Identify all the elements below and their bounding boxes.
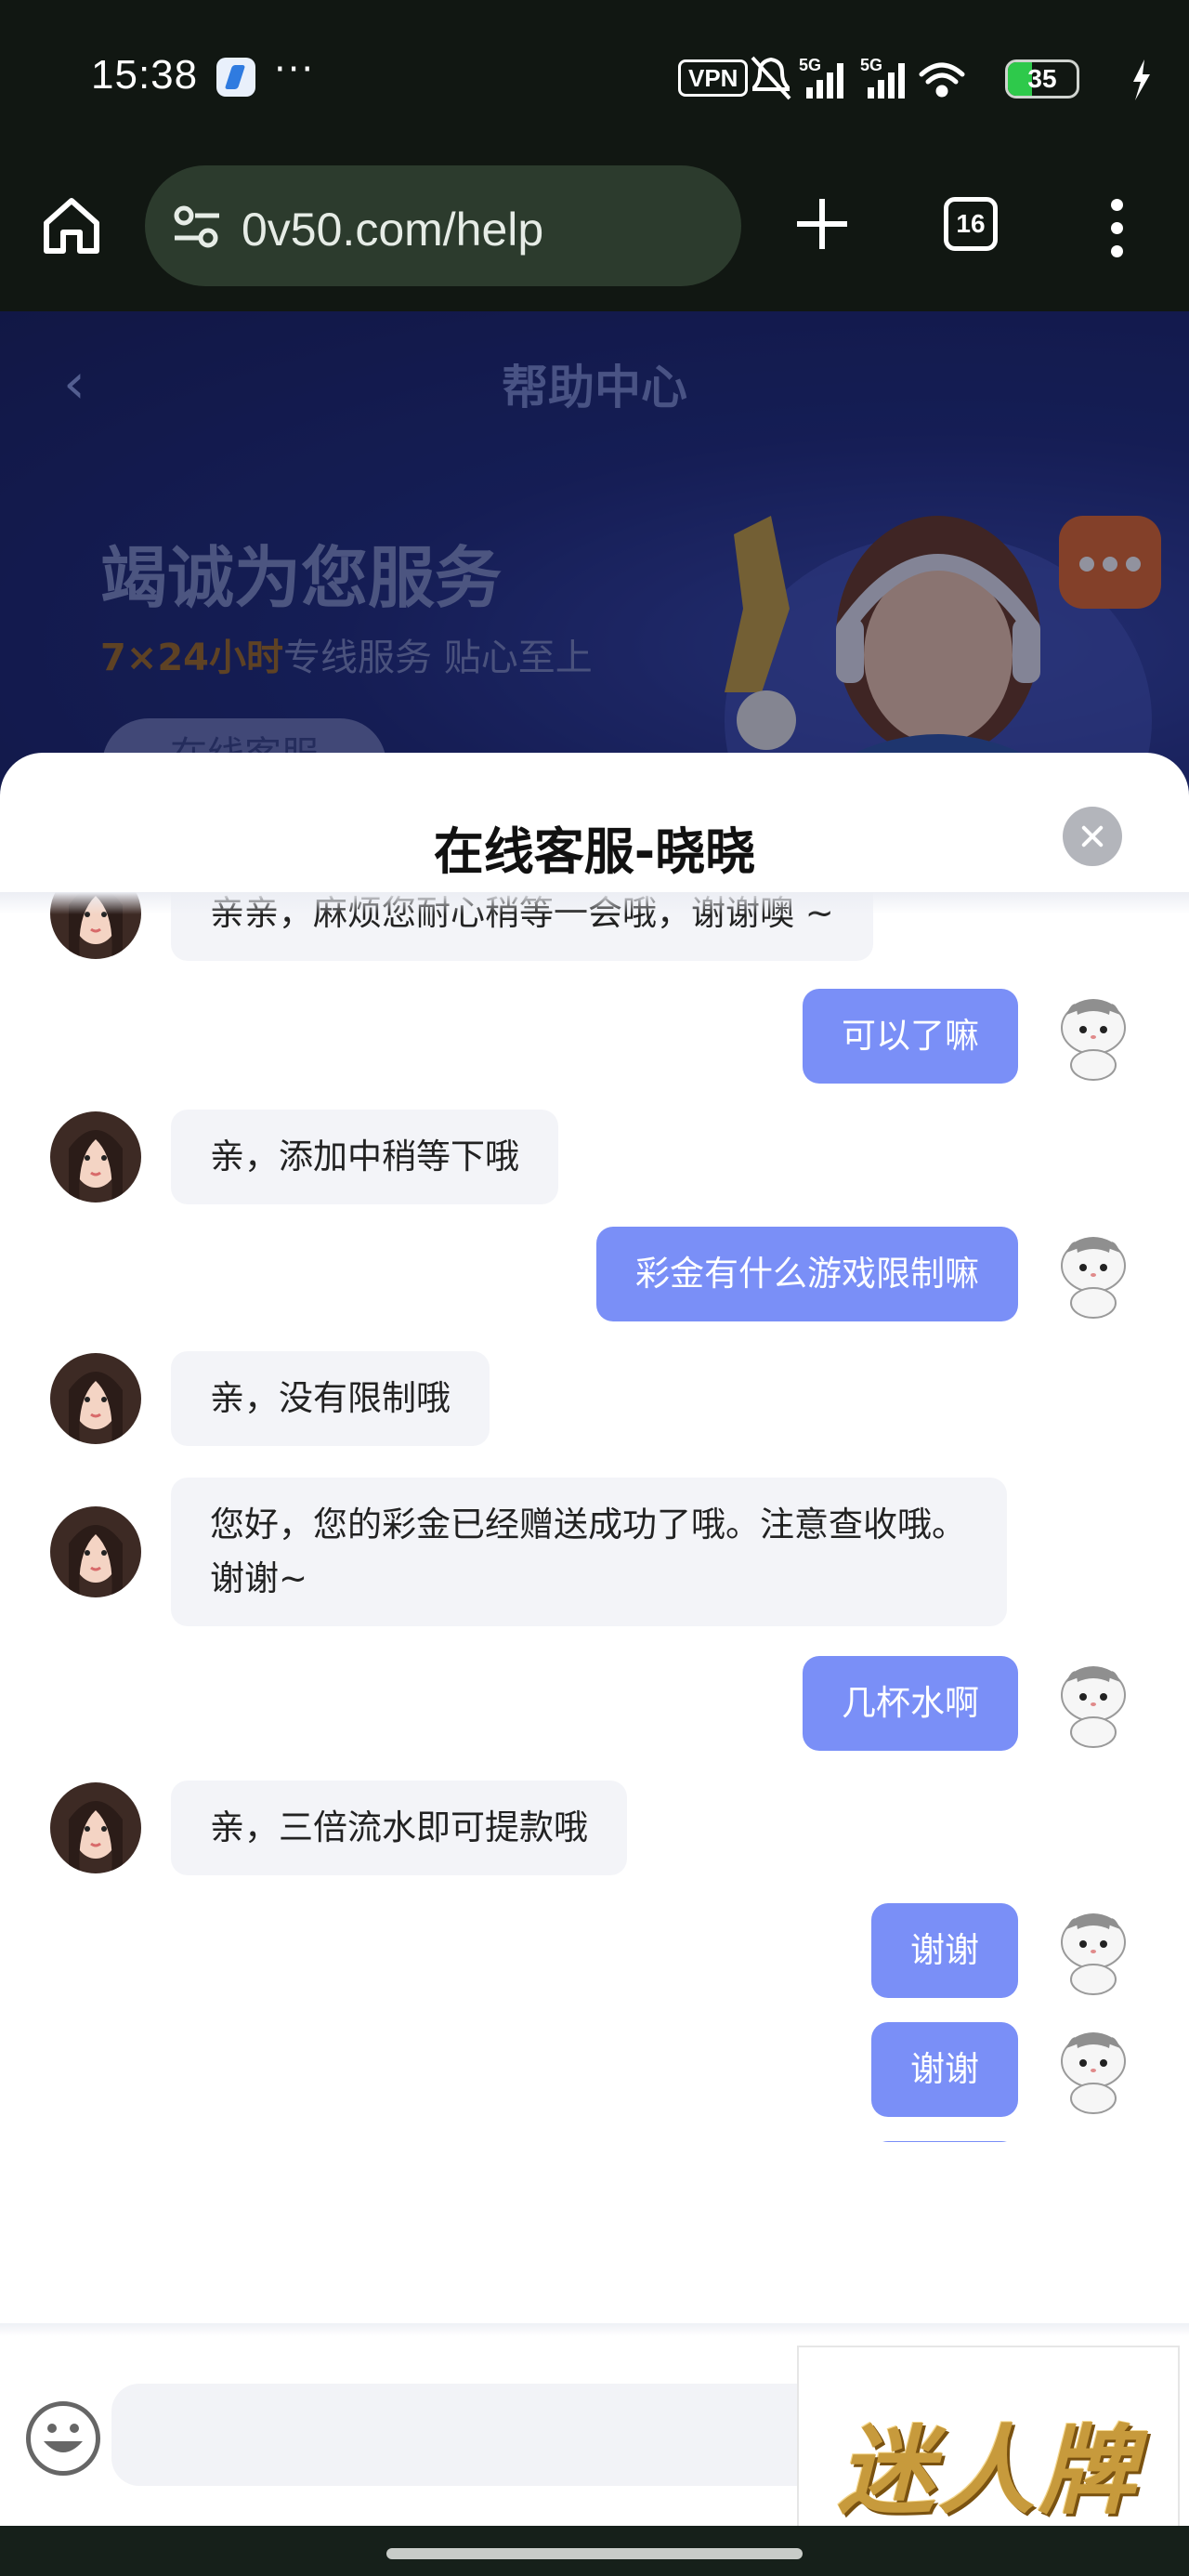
agent-avatar: [50, 1353, 141, 1444]
user-avatar: [1048, 2024, 1139, 2115]
agent-message: 亲，没有限制哦: [50, 1351, 490, 1446]
divider: [0, 892, 1189, 914]
overflow-menu-icon[interactable]: [1105, 199, 1128, 258]
message-input[interactable]: [111, 2384, 910, 2486]
wifi-icon: [919, 62, 965, 98]
agent-message: 您好，您的彩金已经赠送成功了哦。注意查收哦。谢谢~: [50, 1478, 1007, 1626]
user-message: 几杯水啊: [803, 1656, 1139, 1751]
message-bubble: 亲，没有限制哦: [171, 1351, 490, 1446]
message-bubble: 谢谢: [871, 2141, 1018, 2142]
user-message: 可以了嘛: [803, 989, 1139, 1084]
watermark-text: 迷人牌: [837, 2414, 1139, 2528]
mute-bell-icon: [751, 56, 791, 100]
battery-percent: 35: [1027, 64, 1057, 93]
home-icon[interactable]: [39, 193, 104, 258]
watermark-logo: 迷人牌: [797, 2346, 1180, 2550]
status-icons: 5G 5G: [751, 56, 1150, 100]
message-bubble: 亲，三倍流水即可提款哦: [171, 1781, 627, 1875]
chat-title: 在线客服-晓晓: [433, 822, 756, 881]
chat-sheet: 在线客服-晓晓 亲亲，麻烦您耐心稍等一会哦，谢谢噢 ~可以了嘛亲，添加中稍等下哦…: [0, 753, 1189, 2526]
tab-switcher-button[interactable]: 16: [944, 197, 998, 251]
agent-avatar: [50, 1111, 141, 1203]
close-icon[interactable]: [1063, 807, 1122, 866]
agent-avatar: [50, 1506, 141, 1597]
charging-icon: [1133, 59, 1150, 100]
user-message: 谢谢: [871, 2022, 1139, 2117]
status-time: 15:38: [91, 52, 199, 98]
user-avatar: [1048, 1229, 1139, 1320]
address-bar[interactable]: 0v50.com/help: [145, 165, 741, 286]
svg-text:5G: 5G: [799, 56, 821, 74]
user-message: 谢谢: [871, 2141, 1139, 2142]
message-bubble: 亲，添加中稍等下哦: [171, 1110, 558, 1204]
svg-text:5G: 5G: [860, 56, 882, 74]
user-message: 彩金有什么游戏限制嘛: [596, 1227, 1139, 1321]
battery-icon: 35: [1005, 59, 1079, 99]
message-bubble: 谢谢: [871, 2022, 1018, 2117]
agent-message: 亲，添加中稍等下哦: [50, 1110, 558, 1204]
agent-avatar: [50, 1782, 141, 1873]
message-bubble: 您好，您的彩金已经赠送成功了哦。注意查收哦。谢谢~: [171, 1478, 1007, 1626]
app-notification-icon: [216, 58, 255, 97]
vpn-badge: VPN: [678, 59, 749, 97]
message-bubble: 几杯水啊: [803, 1656, 1018, 1751]
gesture-handle[interactable]: [386, 2548, 803, 2559]
agent-message: 亲，三倍流水即可提款哦: [50, 1781, 627, 1875]
chat-messages[interactable]: 亲亲，麻烦您耐心稍等一会哦，谢谢噢 ~可以了嘛亲，添加中稍等下哦彩金有什么游戏限…: [0, 892, 1189, 2142]
browser-toolbar: 0v50.com/help 16: [0, 158, 1189, 311]
user-avatar: [1048, 991, 1139, 1082]
message-bubble: 彩金有什么游戏限制嘛: [596, 1227, 1018, 1321]
divider: [0, 2323, 1189, 2336]
more-notifications-icon: ···: [274, 48, 316, 91]
url-text[interactable]: 0v50.com/help: [242, 203, 543, 256]
signal-5g-icon: 5G: [860, 56, 905, 99]
message-bubble: 可以了嘛: [803, 989, 1018, 1084]
message-bubble: 谢谢: [871, 1903, 1018, 1998]
signal-5g-icon: 5G: [799, 56, 843, 99]
emoji-icon[interactable]: [26, 2401, 100, 2476]
new-tab-icon[interactable]: [790, 191, 855, 256]
system-nav-bar: [0, 2526, 1189, 2576]
user-avatar: [1048, 1905, 1139, 1996]
user-avatar: [1048, 1658, 1139, 1749]
user-message: 谢谢: [871, 1903, 1139, 1998]
site-settings-icon[interactable]: [171, 201, 223, 253]
status-bar: 15:38 ··· VPN 5G 5G 35: [0, 0, 1189, 158]
